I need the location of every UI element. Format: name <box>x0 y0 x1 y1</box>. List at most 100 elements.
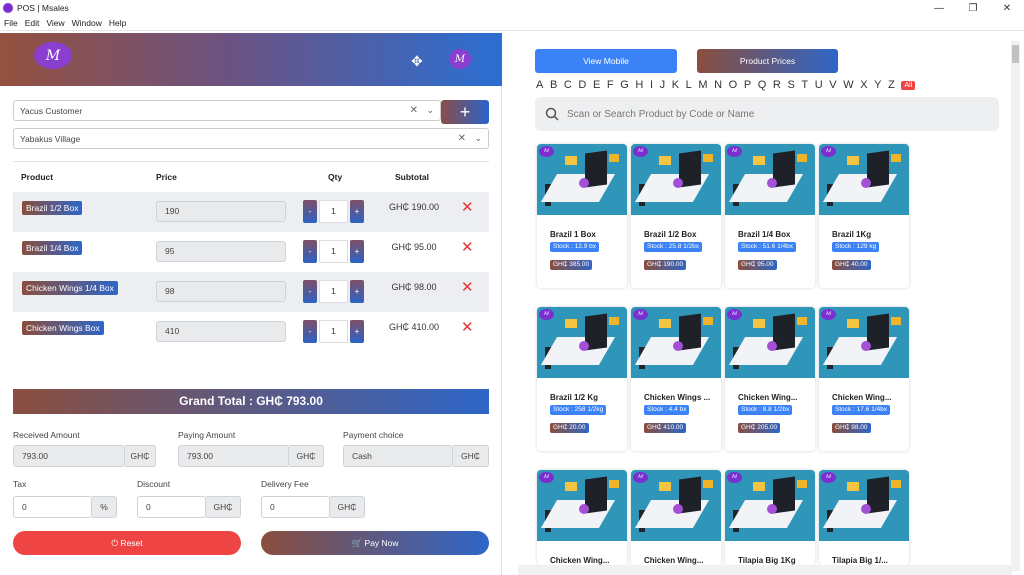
avatar[interactable]: M <box>449 49 471 69</box>
letter-x[interactable]: X <box>860 79 867 91</box>
letter-f[interactable]: F <box>607 79 614 91</box>
delivery-fee-input[interactable]: 0 <box>261 496 330 518</box>
price-input[interactable]: 98 <box>156 281 286 302</box>
clear-icon[interactable]: ✕ <box>458 133 466 144</box>
product-search[interactable]: Scan or Search Product by Code or Name <box>535 97 999 131</box>
scrollbar-thumb[interactable] <box>1012 45 1019 63</box>
letter-e[interactable]: E <box>593 79 600 91</box>
price-input[interactable]: 190 <box>156 201 286 222</box>
delete-icon[interactable]: ✕ <box>461 238 474 256</box>
letter-d[interactable]: D <box>578 79 586 91</box>
maximize-button[interactable]: ❐ <box>956 0 990 16</box>
payment-choice-label: Payment choice <box>343 430 404 440</box>
price-input[interactable]: 95 <box>156 241 286 262</box>
delete-icon[interactable]: ✕ <box>461 278 474 296</box>
qty-plus-button[interactable]: + <box>350 280 364 303</box>
price-badge: GH₵ 40.00 <box>832 260 871 270</box>
letter-a[interactable]: A <box>536 79 543 91</box>
letter-i[interactable]: I <box>650 79 653 91</box>
letter-p[interactable]: P <box>744 79 751 91</box>
clear-icon[interactable]: ✕ <box>410 105 418 116</box>
letter-m[interactable]: M <box>698 79 707 91</box>
product-card[interactable]: M Chicken Wing... <box>631 470 721 565</box>
qty-value[interactable]: 1 <box>319 320 348 343</box>
qty-minus-button[interactable]: - <box>303 280 317 303</box>
tax-input[interactable]: 0 <box>13 496 92 518</box>
product-image: M <box>537 470 627 541</box>
letter-z[interactable]: Z <box>888 79 895 91</box>
letter-r[interactable]: R <box>773 79 781 91</box>
product-card[interactable]: M Brazil 1/4 Box Stock : 51.6 1/4bx GH₵ … <box>725 144 815 288</box>
product-card[interactable]: M Brazil 1/2 Kg Stock : 258 1/2kg GH₵ 20… <box>537 307 627 451</box>
qty-plus-button[interactable]: + <box>350 320 364 343</box>
product-logo: M <box>539 472 554 483</box>
product-card[interactable]: M Chicken Wings ... Stock : 4.4 bx GH₵ 4… <box>631 307 721 451</box>
letter-y[interactable]: Y <box>874 79 881 91</box>
delete-icon[interactable]: ✕ <box>461 198 474 216</box>
reset-button[interactable]: ⏻ Reset <box>13 531 241 555</box>
qty-minus-button[interactable]: - <box>303 240 317 263</box>
menu-view[interactable]: View <box>46 18 64 28</box>
letter-s[interactable]: S <box>787 79 794 91</box>
view-mobile-button[interactable]: View Mobile <box>535 49 677 73</box>
letter-b[interactable]: B <box>550 79 557 91</box>
delete-icon[interactable]: ✕ <box>461 318 474 336</box>
qty-plus-button[interactable]: + <box>350 200 364 223</box>
chevron-down-icon[interactable]: ⌄ <box>426 105 434 116</box>
letter-q[interactable]: Q <box>758 79 767 91</box>
add-customer-button[interactable]: + <box>441 100 489 124</box>
customer-value: Yacus Customer <box>20 105 83 116</box>
letter-j[interactable]: J <box>660 79 666 91</box>
delivery-fee-label: Delivery Fee <box>261 479 309 489</box>
letter-g[interactable]: G <box>620 79 629 91</box>
product-card[interactable]: M Chicken Wing... <box>537 470 627 565</box>
qty-value[interactable]: 1 <box>319 200 348 223</box>
qty-plus-button[interactable]: + <box>350 240 364 263</box>
horizontal-scrollbar[interactable] <box>518 565 1012 575</box>
product-card[interactable]: M Tilapia Big 1Kg <box>725 470 815 565</box>
qty-minus-button[interactable]: - <box>303 320 317 343</box>
customer-select[interactable]: Yacus Customer ✕ ⌄ <box>13 100 441 121</box>
letter-n[interactable]: N <box>714 79 722 91</box>
product-name: Chicken Wing... <box>832 393 892 402</box>
received-amount-input[interactable]: 793.00 <box>13 445 125 467</box>
price-input[interactable]: 410 <box>156 321 286 342</box>
menu-window[interactable]: Window <box>72 18 102 28</box>
qty-value[interactable]: 1 <box>319 280 348 303</box>
menu-help[interactable]: Help <box>109 18 126 28</box>
menu-file[interactable]: File <box>4 18 18 28</box>
letter-c[interactable]: C <box>564 79 572 91</box>
letter-w[interactable]: W <box>843 79 853 91</box>
payment-choice-select[interactable]: Cash <box>343 445 453 467</box>
product-card[interactable]: M Brazil 1/2 Box Stock : 25.8 1/2bx GH₵ … <box>631 144 721 288</box>
letter-h[interactable]: H <box>635 79 643 91</box>
location-select[interactable]: Yabakus Village ✕ ⌄ <box>13 128 489 149</box>
close-window-button[interactable]: ✕ <box>990 0 1024 16</box>
letter-all-button[interactable]: All <box>901 80 916 90</box>
product-card[interactable]: M Brazil 1Kg Stock : 129 kg GH₵ 40.00 <box>819 144 909 288</box>
letter-k[interactable]: K <box>672 79 679 91</box>
letter-l[interactable]: L <box>686 79 692 91</box>
product-card[interactable]: M Tilapia Big 1/... <box>819 470 909 565</box>
product-card[interactable]: M Brazil 1 Box Stock : 12.9 bx GH₵ 385.0… <box>537 144 627 288</box>
chevron-down-icon[interactable]: ⌄ <box>474 133 482 144</box>
letter-v[interactable]: V <box>829 79 836 91</box>
product-card[interactable]: M Chicken Wing... Stock : 8.8 1/2bx GH₵ … <box>725 307 815 451</box>
product-prices-button[interactable]: Product Prices <box>697 49 838 73</box>
letter-t[interactable]: T <box>801 79 808 91</box>
msales-logo: M <box>34 42 72 69</box>
vertical-scrollbar[interactable] <box>1011 41 1020 571</box>
discount-input[interactable]: 0 <box>137 496 206 518</box>
product-card[interactable]: M Chicken Wing... Stock : 17.6 1/4bx GH₵… <box>819 307 909 451</box>
qty-minus-button[interactable]: - <box>303 200 317 223</box>
letter-u[interactable]: U <box>815 79 823 91</box>
pay-now-button[interactable]: 🛒 Pay Now <box>261 531 489 555</box>
move-icon[interactable]: ✥ <box>411 53 423 70</box>
letter-o[interactable]: O <box>729 79 738 91</box>
qty-value[interactable]: 1 <box>319 240 348 263</box>
menu-edit[interactable]: Edit <box>25 18 40 28</box>
price-badge: GH₵ 20.00 <box>550 423 589 433</box>
minimize-button[interactable]: — <box>922 0 956 16</box>
paying-amount-input[interactable]: 793.00 <box>178 445 289 467</box>
row-subtotal: GH₵ 95.00 <box>391 242 437 252</box>
